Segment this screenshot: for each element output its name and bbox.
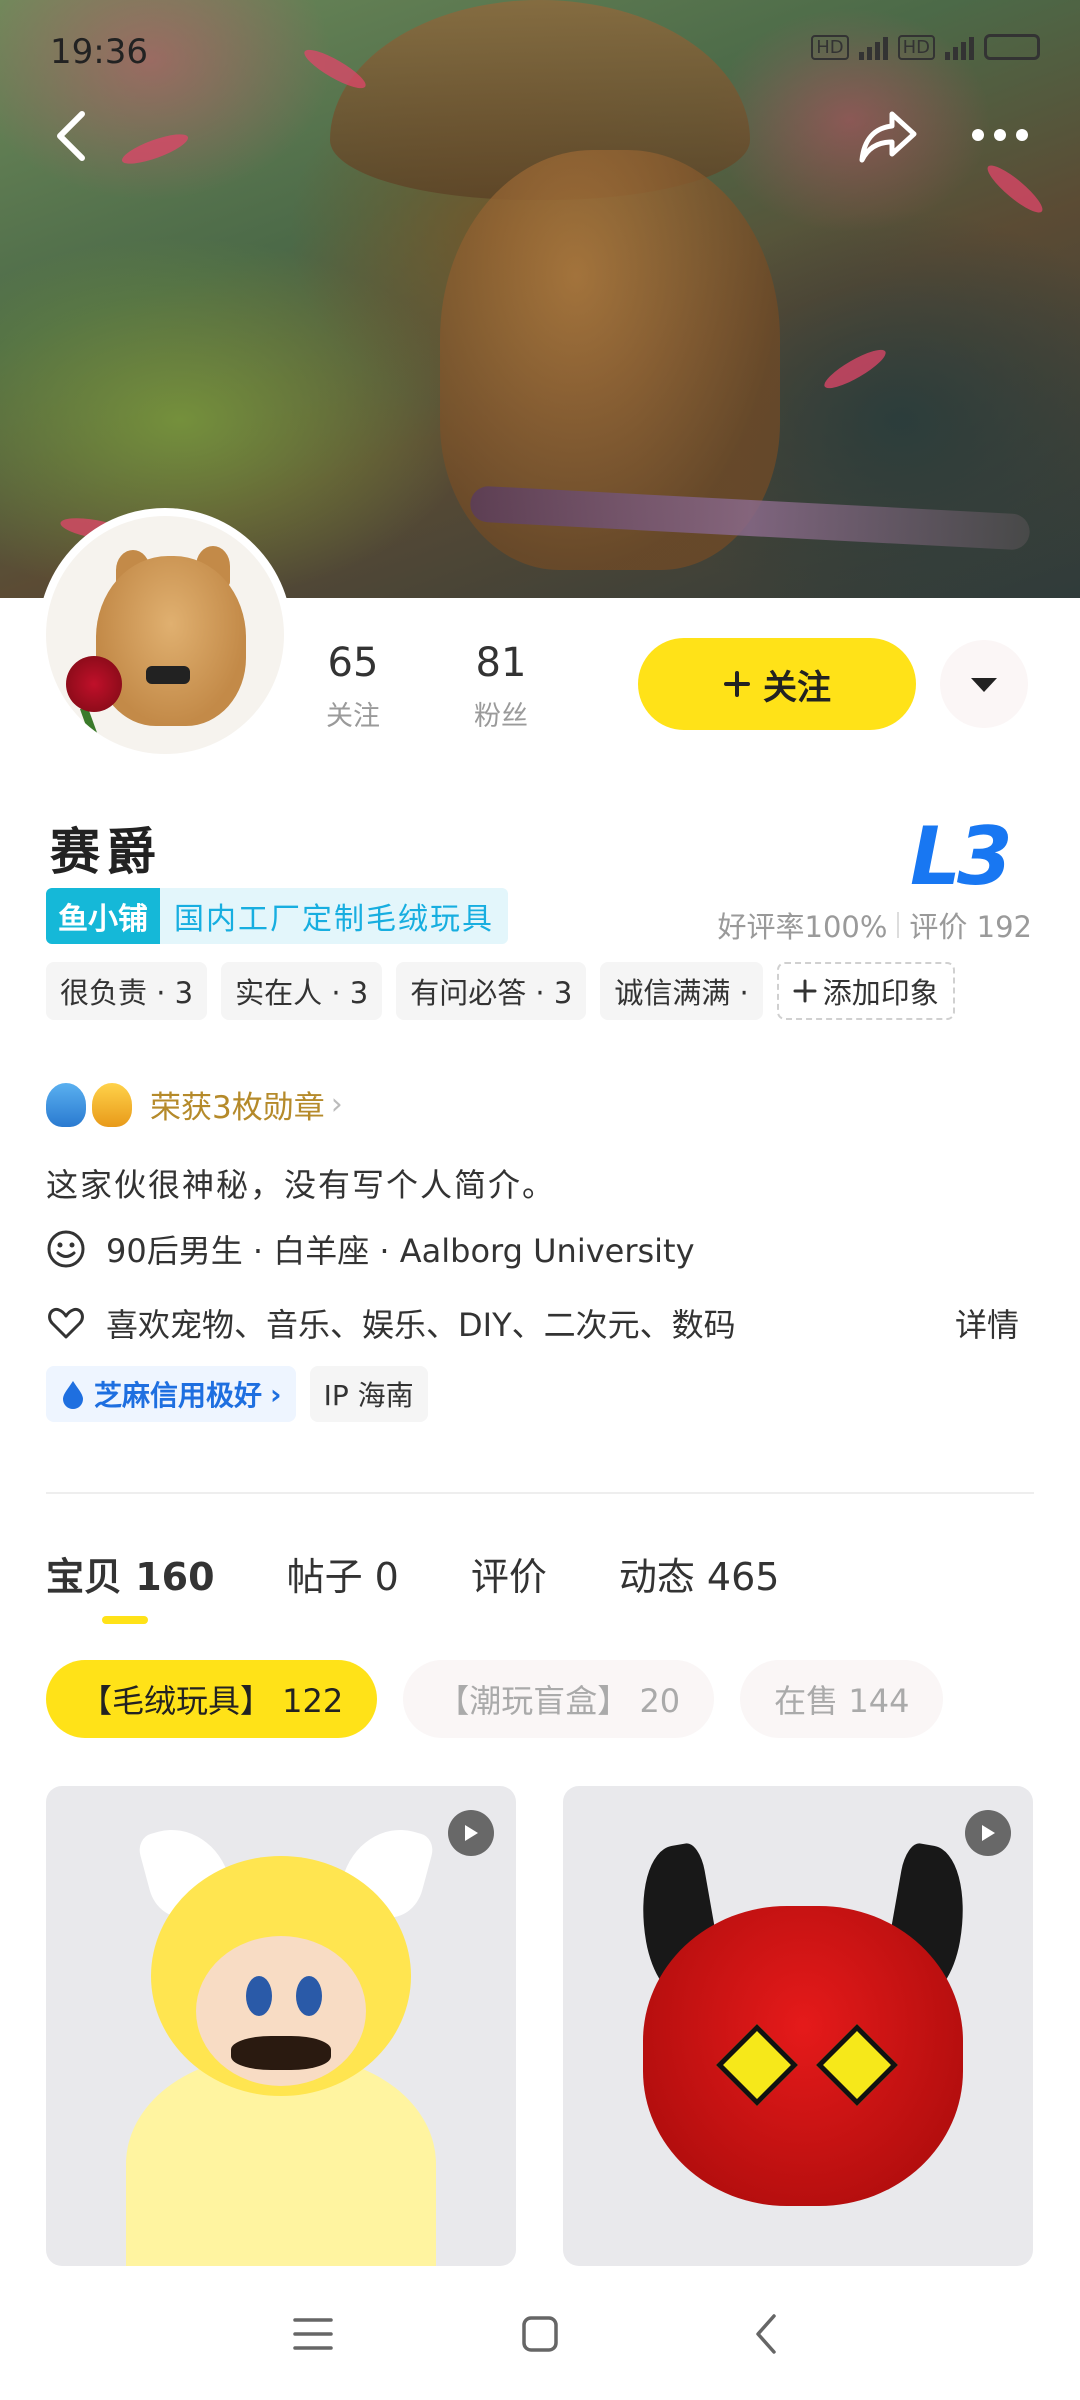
impression-tags: 很负责 · 3 实在人 · 3 有问必答 · 3 诚信满满 · 添加印象 [46,962,955,1020]
battery-icon [984,34,1040,60]
play-icon [465,1825,478,1841]
status-bar: 19:36 HD HD [0,0,1080,100]
following-label: 关注 [326,701,380,732]
chevron-right-icon: › [330,1087,343,1122]
chevron-left-icon [57,111,85,161]
hd-badge: HD [811,34,849,60]
product-card[interactable] [46,1786,516,2266]
triangle-back-icon [755,2314,776,2354]
chip-plush-toys[interactable]: 【毛绒玩具】 122 [46,1660,378,1738]
back-button[interactable] [48,106,98,166]
avatar-dog [96,556,246,726]
avatar-rose [66,656,122,712]
rating-summary[interactable]: 好评率100% 评价 192 [718,904,1033,946]
plus-icon [793,979,817,1003]
impression-tag[interactable]: 实在人 · 3 [221,962,383,1020]
cover-petal [982,159,1048,219]
chip-on-sale[interactable]: 在售 144 [740,1660,944,1738]
category-chips: 【毛绒玩具】 122 【潮玩盲盒】 20 在售 144 [46,1660,944,1738]
followers-stat[interactable]: 81 粉丝 [474,640,528,733]
followers-count: 81 [475,640,527,686]
section-divider [46,1492,1034,1494]
heart-outline-icon [48,1307,84,1339]
interests: 喜欢宠物、音乐、娱乐、DIY、二次元、数码 [106,1306,736,1344]
divider [897,912,900,938]
system-navigation-bar [0,2268,1080,2400]
medal-icon [92,1082,132,1127]
details-link[interactable]: 详情 [955,1300,1019,1346]
medals-row[interactable]: 荣获3枚勋章 › [46,1082,343,1127]
impression-tag[interactable]: 诚信满满 · [600,962,763,1020]
video-play-button[interactable] [965,1810,1011,1856]
tab-posts[interactable]: 帖子 0 [287,1546,399,1601]
play-icon [982,1825,995,1841]
tab-items[interactable]: 宝贝 160 [46,1546,215,1624]
chevron-right-icon: › [270,1377,282,1411]
personal-info-row: 90后男生 · 白羊座 · Aalborg University [46,1226,695,1272]
following-count: 65 [327,640,379,686]
user-name: 赛爵 [50,823,162,881]
video-play-button[interactable] [448,1810,494,1856]
tab-items-label: 宝贝 160 [46,1555,215,1599]
impression-tag[interactable]: 很负责 · 3 [46,962,208,1020]
home-button[interactable] [510,2304,570,2364]
tab-activity[interactable]: 动态 465 [619,1546,780,1601]
menu-button[interactable] [283,2304,343,2364]
cover-petal [119,128,191,170]
follow-button[interactable]: 关注 [638,638,916,730]
product-image [643,1906,963,2206]
system-back-button[interactable] [737,2304,797,2364]
content-tabs: 宝贝 160 帖子 0 评价 动态 465 [46,1546,780,1624]
active-tab-indicator [102,1616,148,1624]
share-arrow-icon [859,111,917,163]
more-button[interactable] [970,120,1030,150]
more-dots-icon [972,129,1028,141]
following-stat[interactable]: 65 关注 [326,640,380,733]
hd-badge: HD [897,34,935,60]
signal-icon [858,34,888,60]
credit-badges: 芝麻信用极好 › IP 海南 [46,1366,428,1422]
chip-blind-boxes[interactable]: 【潮玩盲盒】 20 [403,1660,715,1738]
add-impression-label: 添加印象 [822,976,939,1010]
status-time: 19:36 [50,32,148,72]
follow-button-label: 关注 [763,667,831,708]
drop-icon [63,1381,83,1409]
shop-tag[interactable]: 鱼小铺 国内工厂定制毛绒玩具 [46,888,508,944]
review-count: 评价 192 [909,910,1032,944]
followers-label: 粉丝 [474,701,528,732]
sesame-credit-text: 芝麻信用极好 [94,1379,263,1412]
plus-icon [724,671,750,697]
more-options-dropdown[interactable] [940,640,1028,728]
smile-face-icon [47,1230,85,1268]
medals-text: 荣获3枚勋章 [150,1090,325,1126]
caret-down-icon [971,678,997,692]
level-badge[interactable]: L3 [910,810,1013,903]
sesame-credit-badge[interactable]: 芝麻信用极好 › [46,1366,296,1422]
share-button[interactable] [856,106,920,166]
good-rate: 好评率100% [717,910,888,944]
avatar-bowtie [146,666,190,684]
medal-icon [46,1082,86,1127]
product-card[interactable] [563,1786,1033,2266]
square-home-icon [522,2316,558,2352]
add-impression-button[interactable]: 添加印象 [776,962,955,1020]
signal-icon [945,34,974,60]
cover-petal [820,343,890,395]
interests-row: 喜欢宠物、音乐、娱乐、DIY、二次元、数码 [46,1300,736,1346]
menu-icon [293,2318,334,2350]
shop-tag-label: 鱼小铺 [46,888,160,944]
bio-text: 这家伙很神秘，没有写个人简介。 [46,1166,557,1204]
avatar[interactable] [38,508,292,762]
impression-tag[interactable]: 有问必答 · 3 [396,962,587,1020]
shop-tag-description: 国内工厂定制毛绒玩具 [160,888,508,944]
status-icons: HD HD [811,34,1040,60]
tab-reviews[interactable]: 评价 [471,1546,547,1601]
ip-location-badge: IP 海南 [309,1366,428,1422]
personal-info: 90后男生 · 白羊座 · Aalborg University [106,1232,695,1270]
